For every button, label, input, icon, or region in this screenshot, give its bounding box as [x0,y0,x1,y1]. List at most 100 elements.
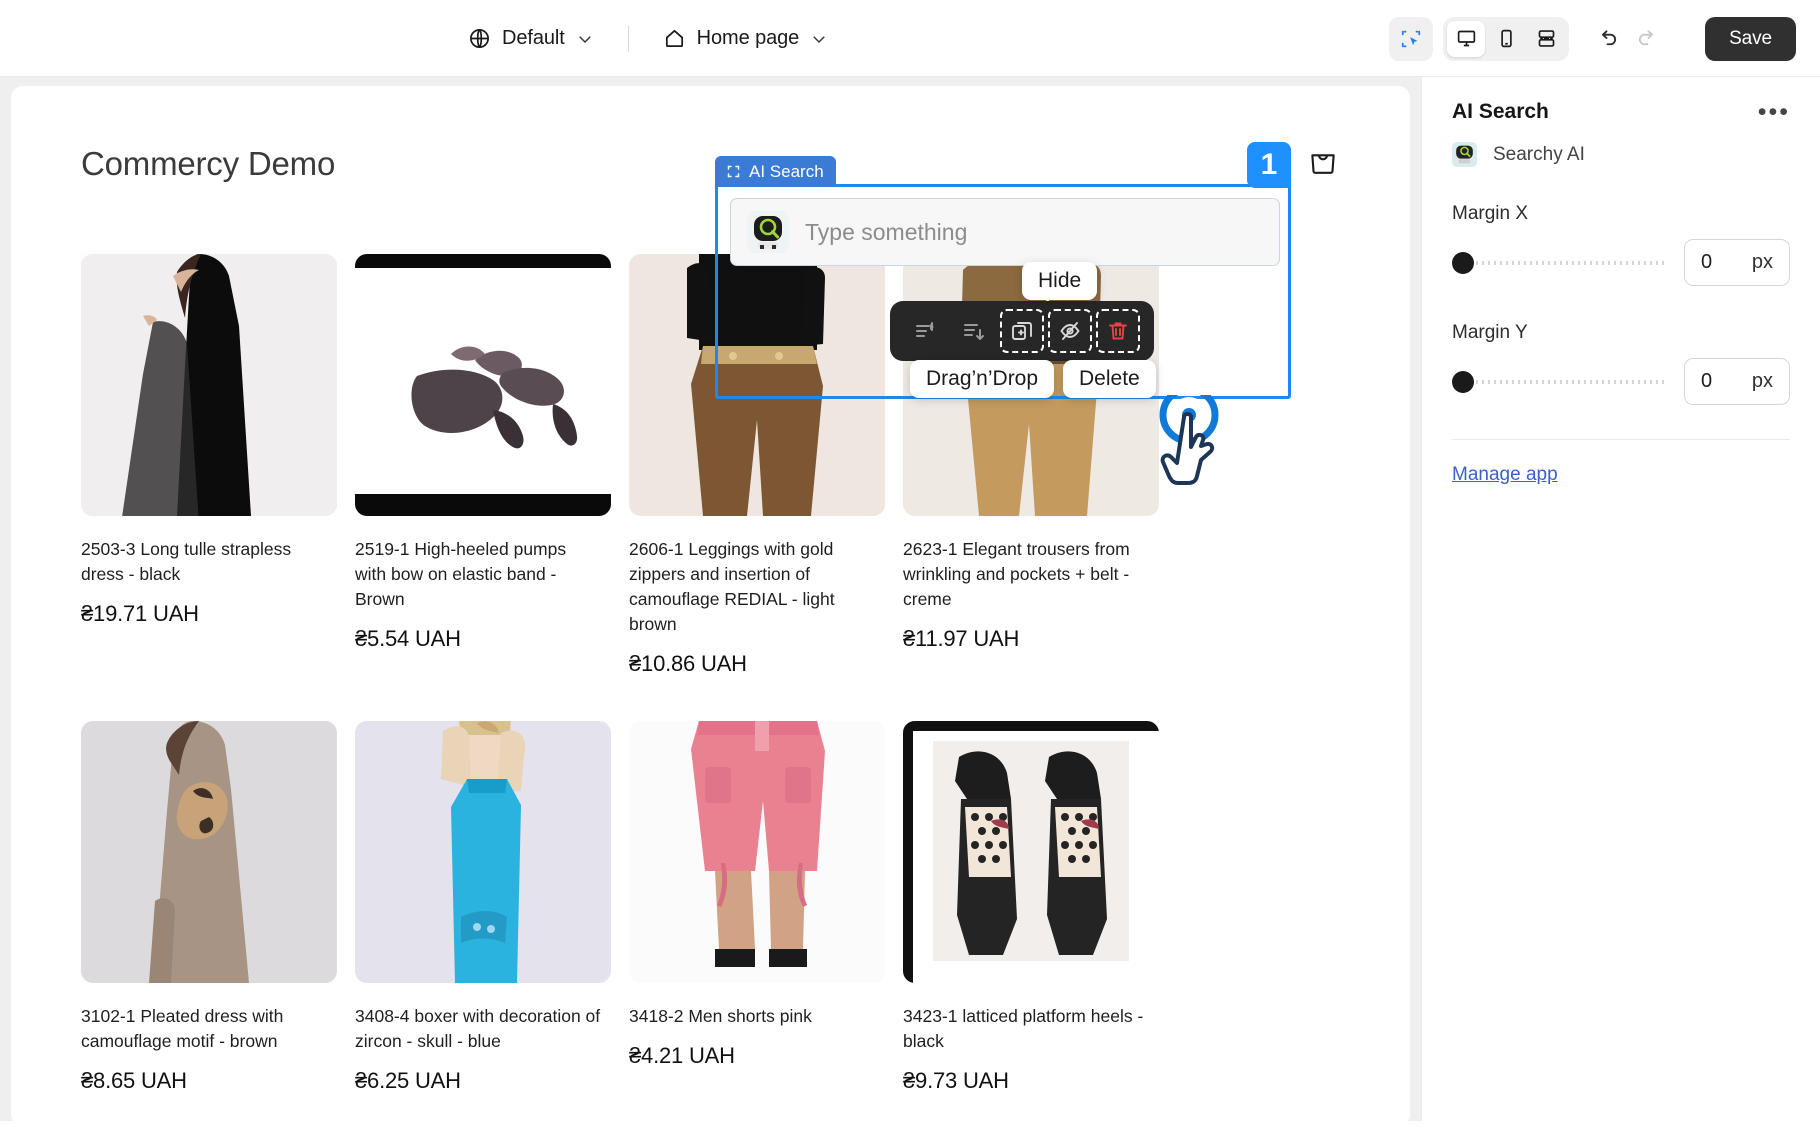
field-margin-x: Margin X 0 px [1452,203,1790,286]
product-image-long-tulle-dress [81,254,337,516]
viewport-desktop-button[interactable] [1447,20,1486,57]
margin-y-unit: px [1751,370,1773,392]
widget-order-badge: 1 [1247,142,1291,188]
product-card[interactable]: 3408-4 boxer with decoration of zircon -… [355,721,629,1094]
site-header: Commercy Demo [81,144,1340,183]
hide-button[interactable] [1048,309,1092,353]
eye-off-icon [1058,319,1082,343]
mobile-icon [1496,28,1517,49]
canvas-stage: Commercy Demo 2503-3 Long tulle straples… [0,77,1421,1126]
duplicate-icon [1010,319,1034,343]
product-price: ₴9.73 UAH [903,1068,1009,1093]
shopping-bag-icon[interactable] [1306,144,1340,183]
widget-action-toolbar [890,301,1154,361]
slider-knob[interactable] [1452,251,1474,274]
slider-track [1464,379,1664,384]
theme-selector[interactable]: Default [460,21,602,56]
tooltip-delete: Delete [1063,360,1156,398]
product-title: 3418-2 Men shorts pink [629,1006,812,1026]
trash-icon [1106,319,1130,343]
product-title: 2623-1 Elegant trousers from wrinkling a… [903,539,1130,609]
desktop-icon [1456,28,1477,49]
theme-selector-label: Default [502,27,565,49]
topbar-center-controls: Default Home page [460,0,836,77]
app-name: Searchy AI [1493,143,1585,165]
product-price: ₴10.86 UAH [629,651,747,676]
margin-y-input[interactable]: 0 px [1684,358,1790,405]
viewport-responsive-button[interactable] [1527,21,1565,57]
select-area-tool-button[interactable] [1389,16,1434,61]
tap-pointer-icon [1158,385,1224,500]
field-label: Margin X [1452,203,1529,224]
save-button[interactable]: Save [1705,16,1796,61]
margin-y-value: 0 [1701,370,1713,392]
viewport-switcher [1443,16,1570,61]
move-up-icon [914,319,938,343]
product-title: 3408-4 boxer with decoration of zircon -… [355,1006,601,1051]
product-image-high-heeled-pumps [355,254,611,516]
topbar-right-controls: Save [1389,0,1796,77]
searchy-ai-app-icon [1452,142,1477,167]
undo-icon [1596,27,1619,50]
panel-header: AI Search ••• [1452,100,1790,125]
page-selector[interactable]: Home page [655,21,837,56]
margin-x-value: 0 [1701,251,1713,273]
product-title: 2606-1 Leggings with gold zippers and in… [629,539,835,634]
product-price: ₴4.21 UAH [629,1043,735,1068]
margin-x-input[interactable]: 0 px [1684,239,1790,286]
select-area-icon [1400,28,1422,50]
page-selector-label: Home page [696,27,800,49]
ai-search-input-wrapper[interactable]: Type something [730,198,1280,266]
delete-button[interactable] [1096,309,1140,353]
product-image-boxer-zircon-skull [355,721,611,983]
slider-knob[interactable] [1452,370,1474,393]
product-card[interactable]: 2519-1 High-heeled pumps with bow on ela… [355,254,629,677]
frame-select-icon [726,164,741,179]
field-margin-y: Margin Y 0 px [1452,322,1790,405]
globe-icon [468,27,491,50]
more-horizontal-icon[interactable]: ••• [1758,100,1790,125]
product-price: ₴6.25 UAH [355,1068,461,1093]
ai-search-input[interactable]: Type something [805,219,967,246]
product-title: 2519-1 High-heeled pumps with bow on ela… [355,539,567,609]
tooltip-hide: Hide [1022,262,1098,300]
redo-icon [1636,27,1659,50]
product-card[interactable]: 3423-1 latticed platform heels - black ₴… [903,721,1177,1094]
widget-label-badge: AI Search [715,156,836,187]
manage-app-link[interactable]: Manage app [1452,464,1558,486]
slider-track [1464,260,1664,265]
move-down-icon [962,319,986,343]
product-image-pleated-dress [81,721,337,983]
viewport-mobile-button[interactable] [1487,21,1525,57]
duplicate-button[interactable] [1000,309,1044,353]
redo-button[interactable] [1627,19,1667,59]
product-title: 3102-1 Pleated dress with camouflage mot… [81,1006,284,1051]
properties-panel: AI Search ••• Searchy AI Margin X 0 px M… [1421,77,1820,1121]
move-up-button[interactable] [904,309,948,353]
tooltip-drag-n-drop: Drag’n’Drop [910,360,1055,398]
product-card[interactable]: 3102-1 Pleated dress with camouflage mot… [81,721,355,1094]
product-price: ₴11.97 UAH [903,626,1020,651]
margin-x-slider[interactable] [1452,250,1670,276]
product-image-men-shorts-pink [629,721,885,983]
home-icon [663,27,686,50]
top-bar: Default Home page Save [0,0,1820,77]
product-price: ₴8.65 UAH [81,1068,187,1093]
product-price: ₴19.71 UAH [81,601,199,626]
product-price: ₴5.54 UAH [355,626,461,651]
panel-divider [1452,439,1790,440]
chevron-down-icon [810,30,828,48]
margin-y-slider[interactable] [1452,369,1670,395]
field-label: Margin Y [1452,322,1528,343]
product-title: 2503-3 Long tulle strapless dress - blac… [81,539,292,584]
undo-button[interactable] [1587,19,1627,59]
margin-x-unit: px [1751,251,1773,273]
move-down-button[interactable] [952,309,996,353]
app-row: Searchy AI [1452,142,1790,167]
product-card[interactable]: 2503-3 Long tulle strapless dress - blac… [81,254,355,677]
product-card[interactable]: 3418-2 Men shorts pink ₴4.21 UAH [629,721,903,1094]
page-title: Commercy Demo [81,144,336,182]
searchy-bot-icon [747,211,789,253]
product-image-latticed-platform-heels [903,721,1159,983]
panel-title: AI Search [1452,100,1549,123]
